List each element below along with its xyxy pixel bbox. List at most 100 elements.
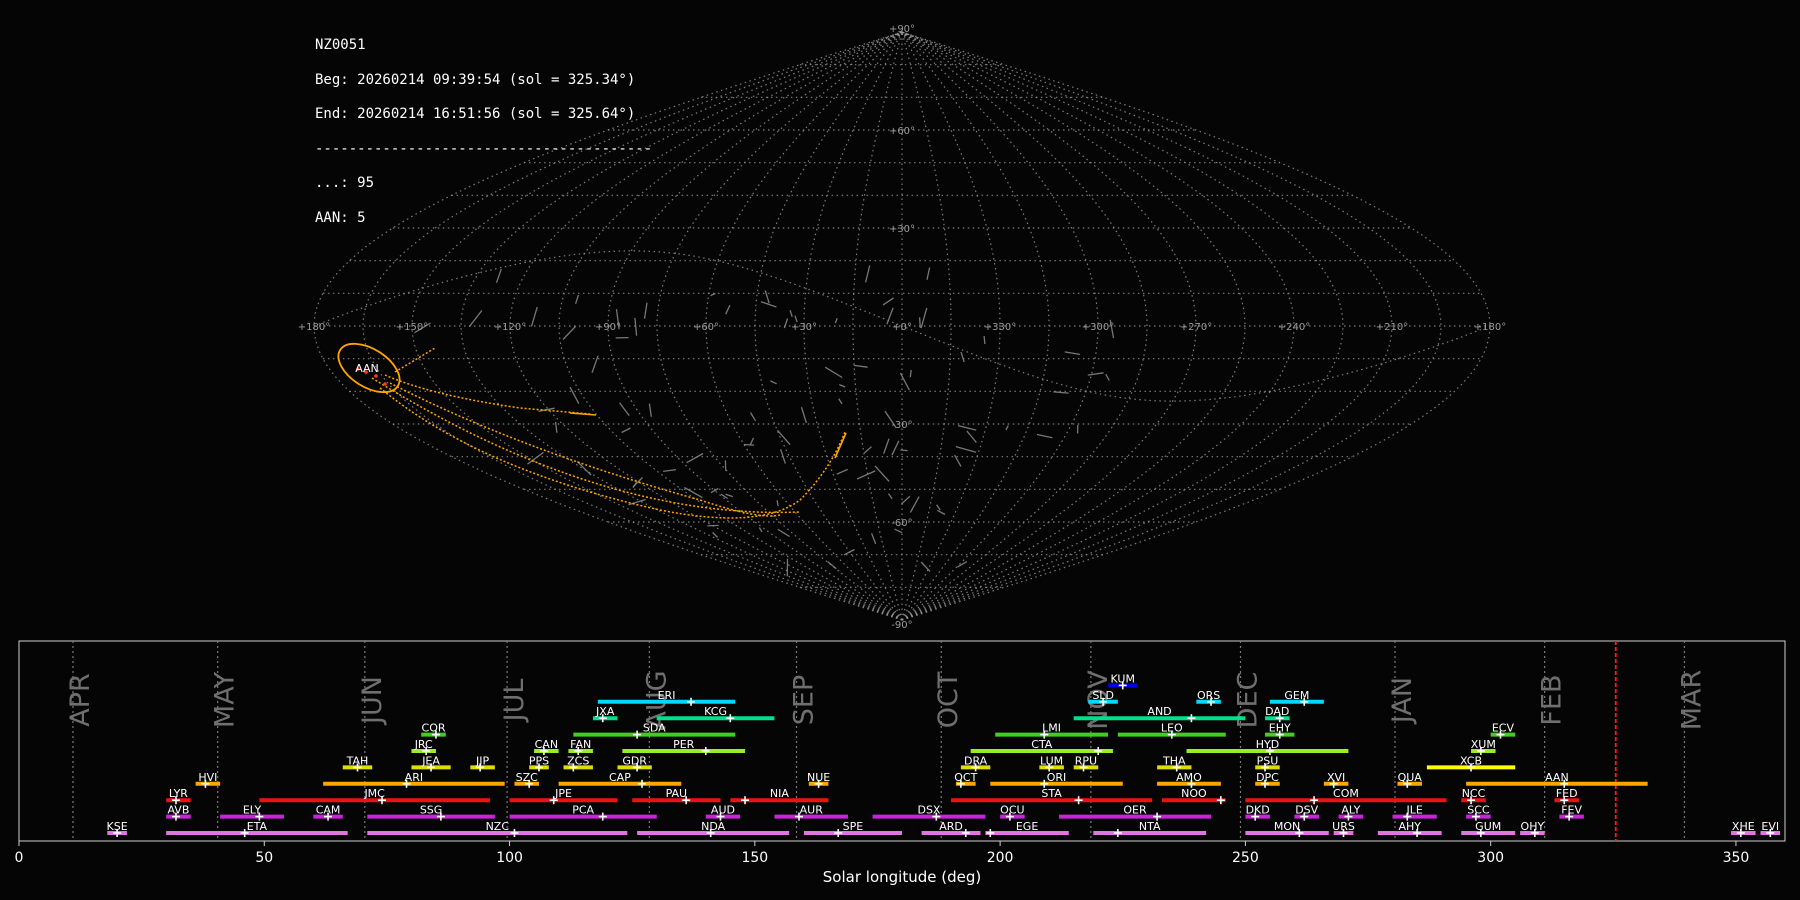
shower-xum: XUM xyxy=(1471,738,1496,755)
shower-jea: JEA xyxy=(411,754,451,772)
shower-spe: SPE xyxy=(803,820,902,837)
sporadic-meteor-trail xyxy=(920,307,928,329)
shower-label: FEV xyxy=(1561,804,1582,817)
lat-label: -30° xyxy=(891,420,912,431)
sporadic-meteor-trail xyxy=(562,325,577,340)
shower-kum: KUM xyxy=(1108,672,1138,690)
shower-szc: SZC xyxy=(514,771,539,788)
shower-label: JEA xyxy=(421,754,440,767)
shower-label: XVI xyxy=(1327,771,1345,784)
sporadic-meteor-trail xyxy=(530,306,538,327)
shower-dkd: DKD xyxy=(1245,804,1270,821)
shower-label: AUD xyxy=(711,804,735,817)
shower-rpu: RPU xyxy=(1073,754,1099,772)
shower-eri: ERI xyxy=(597,689,736,706)
shower-label: AUR xyxy=(800,804,824,817)
station-id: NZ0051 xyxy=(315,37,366,53)
shower-gdr: GDR xyxy=(617,754,652,772)
shower-label: NIA xyxy=(770,787,789,800)
shower-label: AAN xyxy=(1545,771,1569,784)
shower-meteor-trail xyxy=(834,432,847,459)
sporadic-meteor-trail xyxy=(909,369,912,378)
x-axis-title: Solar longitude (deg) xyxy=(823,868,981,886)
sporadic-meteor-trail xyxy=(843,548,855,556)
x-axis: 0 50 100 150 200 250 300 350 xyxy=(15,841,1750,866)
shower-label: NOO xyxy=(1181,787,1207,800)
shower-nta: NTA xyxy=(1093,820,1207,837)
shower-meteor-trail xyxy=(384,374,591,415)
sporadic-meteor-trail xyxy=(648,403,652,417)
sporadic-meteor-trail xyxy=(1105,373,1110,381)
shower-label: CTA xyxy=(1031,738,1053,751)
sporadic-meteor-trail xyxy=(643,302,648,319)
sporadic-meteor-trail xyxy=(663,468,676,473)
shower-ard: ARD xyxy=(921,820,981,837)
sporadic-meteor-trail xyxy=(882,297,894,306)
shower-hvi: HVI xyxy=(195,771,221,788)
sporadic-meteor-trail xyxy=(955,445,977,453)
shower-label: JIP xyxy=(475,754,489,767)
lon-label: +90° xyxy=(595,322,621,333)
shower-label: THA xyxy=(1162,754,1186,767)
shower-lum: LUM xyxy=(1039,754,1064,772)
sporadic-meteor-trail xyxy=(1087,372,1104,376)
shower-label: QUA xyxy=(1398,771,1423,784)
lon-label: +30° xyxy=(791,322,817,333)
shower-jip: JIP xyxy=(470,754,495,772)
shower-label: JPE xyxy=(554,787,572,800)
sporadic-meteor-trail xyxy=(838,398,843,405)
sporadic-meteor-trail xyxy=(900,449,908,452)
shower-label: AHY xyxy=(1398,820,1421,833)
sporadic-meteor-trail xyxy=(707,524,719,527)
sporadic-meteor-trail xyxy=(569,386,580,405)
shower-label: ORS xyxy=(1197,689,1220,702)
shower-label: LEO xyxy=(1161,722,1183,735)
sporadic-meteor-trail xyxy=(621,427,631,434)
sporadic-meteor-trail xyxy=(777,429,791,446)
shower-label: URS xyxy=(1332,820,1355,833)
x-tick-label: 350 xyxy=(1723,850,1750,866)
shower-label: CAM xyxy=(316,804,341,817)
sporadic-meteor-trail xyxy=(770,380,777,385)
shower-dra: DRA xyxy=(960,754,991,772)
shower-nue: NUE xyxy=(807,771,830,788)
shower-label: KCG xyxy=(704,705,727,718)
meridian-line xyxy=(803,31,903,621)
shower-meteor-trail xyxy=(569,412,597,416)
shower-label: FED xyxy=(1556,787,1578,800)
shower-label: COM xyxy=(1333,787,1359,800)
shower-mon: MON xyxy=(1245,820,1329,837)
lon-label: +60° xyxy=(693,322,719,333)
lat-label: +90° xyxy=(889,24,915,35)
shower-dsx: DSX xyxy=(872,804,986,821)
shower-amo: AMO xyxy=(1157,771,1221,788)
lat-label: -60° xyxy=(891,518,912,529)
month-label: MAR xyxy=(1676,670,1707,731)
shower-label: PAU xyxy=(666,787,688,800)
shower-label: COR xyxy=(422,722,446,735)
sporadic-meteor-trail xyxy=(1053,391,1069,394)
sporadic-meteor-trail xyxy=(836,468,848,475)
sporadic-meteor-trail xyxy=(864,446,872,454)
sporadic-meteor-trail xyxy=(827,561,837,570)
x-tick-label: 300 xyxy=(1477,850,1504,866)
shower-oer: OER xyxy=(1058,804,1212,821)
shower-label: NCC xyxy=(1462,787,1486,800)
sporadic-meteor-trail xyxy=(926,267,931,280)
lon-label: +210° xyxy=(1376,322,1408,333)
shower-ege: EGE xyxy=(985,820,1069,837)
sporadic-meteor-trail xyxy=(495,268,502,283)
shower-dsv: DSV xyxy=(1294,804,1319,821)
shower-qua: QUA xyxy=(1397,771,1422,788)
sky-map: +180° +150° +120° +90° +60° +30° +0° +330° +300°… xyxy=(298,24,1506,630)
sporadic-meteor-trail xyxy=(725,304,731,315)
sporadic-meteor-trail xyxy=(834,317,838,324)
sporadic-meteor-trail xyxy=(591,355,599,374)
shower-cor: COR xyxy=(421,722,446,739)
sporadic-meteor-trail xyxy=(936,504,941,511)
sporadic-meteor-trail xyxy=(619,402,630,416)
shower-ori: ORI xyxy=(990,771,1123,788)
shower-gum: GUM xyxy=(1461,820,1516,837)
sporadic-count: ...: 95 xyxy=(315,175,375,191)
shower-ahy: AHY xyxy=(1377,820,1442,837)
